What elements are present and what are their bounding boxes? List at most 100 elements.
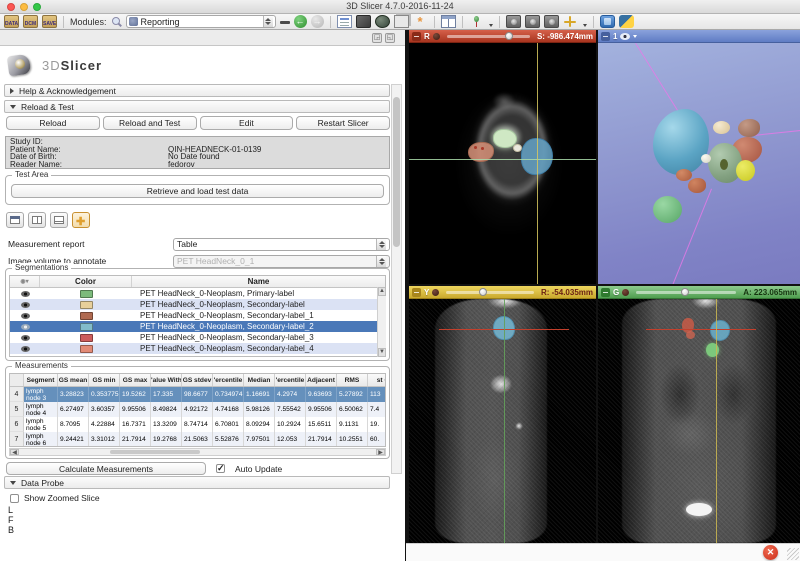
segmentation-row[interactable]: PET HeadNeck_0-Neoplasm, Secondary-label…	[10, 310, 385, 321]
python-console-icon[interactable]	[619, 15, 634, 28]
measurement-column-header[interactable]: GS mean	[58, 374, 89, 386]
measurement-cell[interactable]: 6.70801	[213, 417, 244, 432]
measurement-cell[interactable]: 9.95506	[306, 402, 337, 417]
scroll-up-icon[interactable]: ▲	[378, 287, 386, 296]
scroll-left-icon[interactable]: ◀	[10, 449, 19, 455]
visibility-eye-icon[interactable]	[620, 33, 630, 40]
measurement-cell[interactable]: 8.74714	[182, 417, 213, 432]
measurement-cell[interactable]: 5.27892	[337, 387, 368, 402]
measurement-cell[interactable]: 5.98126	[244, 402, 275, 417]
view-collapse-button[interactable]	[601, 32, 610, 41]
slider-handle[interactable]	[479, 288, 487, 296]
measurement-cell[interactable]: 21.7914	[306, 432, 337, 447]
measurement-column-header[interactable]: st C	[368, 374, 386, 386]
reload-button[interactable]: Reload	[6, 116, 100, 130]
reload-button[interactable]: Restart Slicer	[296, 116, 390, 130]
color-chip-cell[interactable]	[40, 312, 132, 320]
error-indicator-icon[interactable]: ✕	[763, 545, 778, 560]
screenshot-icon[interactable]	[506, 15, 521, 28]
color-chip-cell[interactable]	[40, 301, 132, 309]
visibility-column-header[interactable]: ◉▾	[10, 276, 40, 287]
measurement-cell[interactable]: 19.2768	[151, 432, 182, 447]
dropdown-arrow-icon[interactable]	[489, 24, 493, 27]
measurement-column-header[interactable]: Segment	[24, 374, 58, 386]
yellow-slice-view[interactable]: Y R: -54.035mm	[409, 286, 596, 543]
measurement-cell[interactable]: 3.60357	[89, 402, 120, 417]
measurement-cell[interactable]: 21.5063	[182, 432, 213, 447]
image-volume-combobox[interactable]: PET HeadNeck_0_1	[173, 255, 390, 268]
color-chip[interactable]	[80, 312, 93, 320]
measurement-cell[interactable]: 10.2924	[275, 417, 306, 432]
segmentation-row[interactable]: PET HeadNeck_0-Neoplasm, Primary-label	[10, 288, 385, 299]
measurement-cell[interactable]: 4.74168	[213, 402, 244, 417]
color-chip-cell[interactable]	[40, 334, 132, 342]
color-chip[interactable]	[80, 323, 93, 331]
measurements-hscrollbar[interactable]: ◀ ▶	[9, 448, 386, 456]
auto-update-checkbox[interactable]	[216, 464, 225, 473]
pushpin-icon[interactable]	[622, 289, 629, 296]
red-slice-view[interactable]: R S: -986.474mm	[409, 30, 596, 284]
hscroll-thumb[interactable]	[110, 450, 200, 454]
color-chip-cell[interactable]	[40, 290, 132, 298]
measurement-cell[interactable]: 8.49824	[151, 402, 182, 417]
measurement-column-header[interactable]: 'ercentile	[275, 374, 306, 386]
measurement-cell[interactable]: 7.4	[368, 402, 386, 417]
measurement-cell[interactable]: 19.5262	[120, 387, 151, 402]
scene-view-capture-icon[interactable]	[525, 15, 540, 28]
color-chip[interactable]	[80, 345, 93, 353]
measurement-column-header[interactable]: 'ercentile	[213, 374, 244, 386]
reload-button[interactable]: Reload and Test	[103, 116, 197, 130]
table-layout-icon[interactable]	[6, 212, 24, 228]
threed-scene[interactable]	[598, 43, 800, 284]
resize-grip[interactable]	[787, 548, 799, 560]
name-column-header[interactable]: Name	[132, 276, 385, 287]
view-collapse-button[interactable]	[601, 288, 610, 297]
segmentation-row[interactable]: PET HeadNeck_0-Neoplasm, Secondary-label…	[10, 321, 385, 332]
reload-section-header[interactable]: Reload & Test	[4, 100, 390, 113]
module-search-icon[interactable]	[111, 16, 122, 27]
dropdown-arrow-icon[interactable]	[583, 24, 587, 27]
save-icon[interactable]	[42, 15, 57, 28]
measurement-cell[interactable]: 21.7914	[120, 432, 151, 447]
view-collapse-button[interactable]	[412, 288, 421, 297]
measurement-column-header[interactable]: GS min	[89, 374, 120, 386]
measurement-column-header[interactable]: Median	[244, 374, 275, 386]
green-slice-view[interactable]: G A: 223.065mm	[598, 286, 800, 543]
load-dicom-icon[interactable]	[23, 15, 38, 28]
pin-panel-icon[interactable]: ◲	[372, 33, 382, 43]
layout-selector-icon[interactable]	[441, 15, 456, 28]
color-chip[interactable]	[80, 334, 93, 342]
retrieve-test-data-button[interactable]: Retrieve and load test data	[11, 184, 384, 198]
eye-icon[interactable]	[10, 335, 40, 341]
favorite-models-icon[interactable]	[356, 15, 371, 28]
panel-scroll-thumb[interactable]	[393, 97, 400, 247]
measurement-cell[interactable]: 4.22884	[89, 417, 120, 432]
measurement-cell[interactable]: 5.52876	[213, 432, 244, 447]
measurement-column-header[interactable]: RMS	[337, 374, 368, 386]
measurement-cell[interactable]: 4.92172	[182, 402, 213, 417]
measurement-cell[interactable]: 7.55542	[275, 402, 306, 417]
measurement-column-header[interactable]: GS max	[120, 374, 151, 386]
favorite-volumes-icon[interactable]	[375, 15, 390, 28]
module-back-icon[interactable]: ←	[294, 15, 307, 28]
measurement-cell[interactable]: 1.16691	[244, 387, 275, 402]
dropdown-arrow-icon[interactable]	[633, 35, 637, 38]
measurement-cell[interactable]: 10.2551	[337, 432, 368, 447]
measurement-column-header[interactable]: Adjacent	[306, 374, 337, 386]
scroll-right-icon[interactable]: ▶	[376, 449, 385, 455]
reload-button[interactable]: Edit	[200, 116, 294, 130]
measurement-cell[interactable]: 3.28823	[58, 387, 89, 402]
module-forward-icon[interactable]: →	[311, 15, 324, 28]
favorite-markups-icon[interactable]: *	[413, 15, 428, 28]
eye-icon[interactable]	[10, 346, 40, 352]
place-fiducial-icon[interactable]	[469, 15, 484, 28]
eye-icon[interactable]	[10, 291, 40, 297]
data-probe-section-header[interactable]: Data Probe	[4, 476, 390, 489]
color-column-header[interactable]: Color	[40, 276, 132, 287]
fiducial-mode-icon[interactable]: ✚	[72, 212, 90, 228]
panel-scrollbar[interactable]	[391, 84, 402, 474]
measurement-row[interactable]: 4 lymph node 3 3.288230.35377519.526217.…	[10, 387, 385, 402]
segmentation-row[interactable]: PET HeadNeck_0-Neoplasm, Secondary-label…	[10, 332, 385, 343]
module-history-icon[interactable]	[280, 17, 290, 27]
measurement-cell[interactable]: 0.353775	[89, 387, 120, 402]
